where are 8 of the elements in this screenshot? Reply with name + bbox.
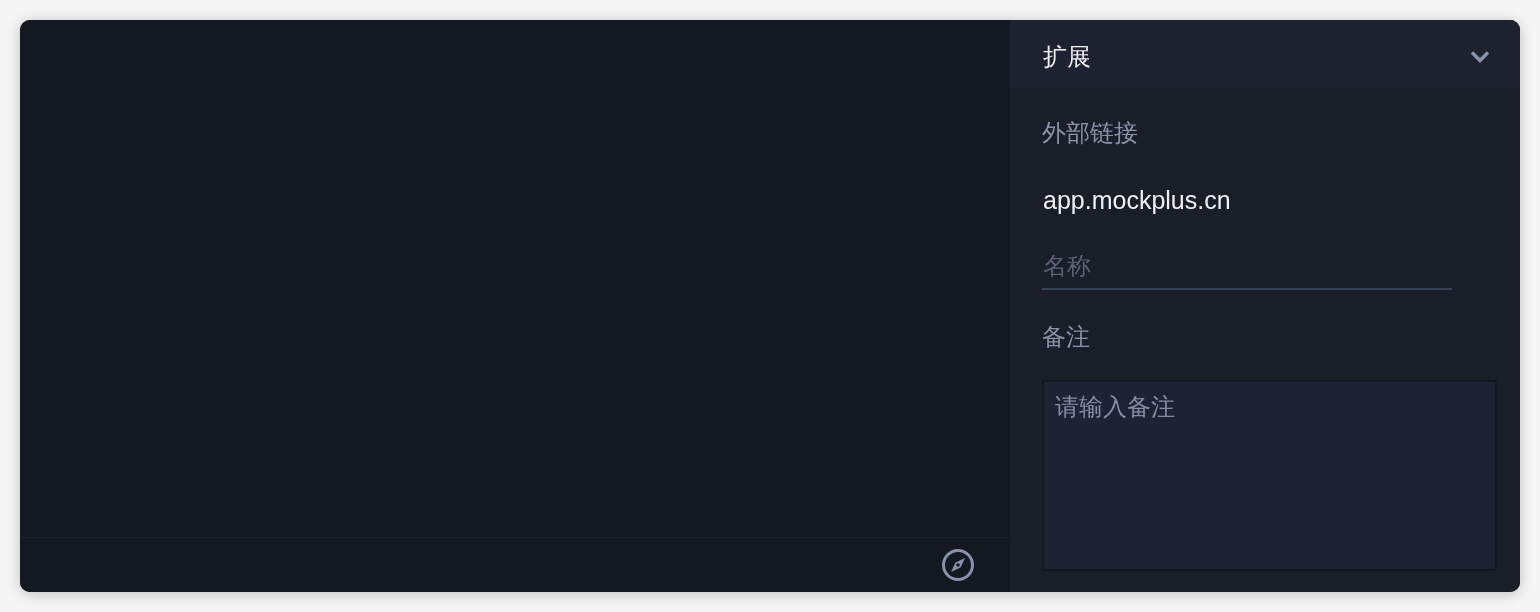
section-header[interactable]: 扩展: [1010, 20, 1520, 88]
field-label: 外部链接: [1042, 118, 1139, 148]
name-field[interactable]: 名称: [1042, 250, 1452, 290]
compass-icon[interactable]: [942, 549, 974, 581]
notes-field[interactable]: 请输入备注: [1042, 380, 1497, 571]
chevron-icon: [1470, 50, 1490, 63]
link-field[interactable]: app.mockplus.cn: [1042, 184, 1452, 216]
field-label: 备注: [1042, 322, 1091, 352]
